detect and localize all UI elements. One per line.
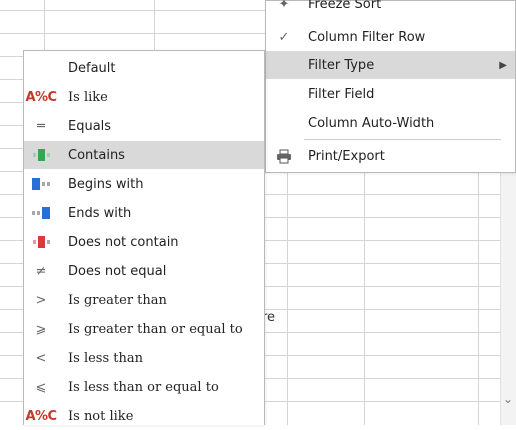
- greater-equal-icon: ⩾: [35, 321, 47, 337]
- filter-option-begins-with[interactable]: Begins with: [24, 170, 264, 198]
- filter-option-is-not-like[interactable]: A%C Is not like: [24, 402, 264, 430]
- less-equal-icon: ⩽: [35, 379, 47, 395]
- filter-option-does-not-equal[interactable]: ≠ Does not equal: [24, 257, 264, 285]
- ends-with-icon: [31, 203, 51, 223]
- greater-than-icon: >: [35, 292, 47, 308]
- contains-icon: [31, 145, 51, 165]
- equals-icon: ═: [37, 118, 45, 134]
- like-icon: A%C: [25, 89, 57, 105]
- checkmark-icon: ✓: [278, 29, 290, 45]
- filter-option-greater-than[interactable]: > Is greater than: [24, 286, 264, 314]
- column-context-menu: ✦ Freeze Sort ✓ Column Filter Row Filter…: [265, 0, 516, 173]
- filter-option-less-than[interactable]: < Is less than: [24, 344, 264, 372]
- printer-icon: [274, 146, 294, 166]
- filter-option-does-not-contain[interactable]: Does not contain: [24, 228, 264, 256]
- not-like-icon: A%C: [25, 408, 57, 424]
- scroll-down-arrow-icon[interactable]: ⌄: [503, 392, 513, 406]
- filter-type-submenu: Default A%C Is like ═ Equals Contains Be…: [23, 50, 265, 425]
- menu-item-column-filter-row[interactable]: ✓ Column Filter Row: [266, 23, 515, 51]
- filter-option-contains[interactable]: Contains: [24, 141, 264, 169]
- submenu-arrow-icon: ▶: [499, 59, 507, 71]
- does-not-contain-icon: [31, 232, 51, 252]
- less-than-icon: <: [35, 350, 47, 366]
- not-equal-icon: ≠: [35, 263, 47, 279]
- filter-option-is-like[interactable]: A%C Is like: [24, 83, 264, 111]
- menu-item-filter-type[interactable]: Filter Type ▶: [266, 51, 515, 79]
- menu-separator: [304, 139, 501, 140]
- pin-icon: ✦: [278, 0, 290, 12]
- menu-item-freeze-sort[interactable]: ✦ Freeze Sort: [266, 0, 515, 18]
- filter-option-default[interactable]: Default: [24, 54, 264, 82]
- menu-item-column-auto-width[interactable]: Column Auto-Width: [266, 109, 515, 137]
- filter-option-equals[interactable]: ═ Equals: [24, 112, 264, 140]
- filter-option-ends-with[interactable]: Ends with: [24, 199, 264, 227]
- filter-option-greater-than-or-equal[interactable]: ⩾ Is greater than or equal to: [24, 315, 264, 343]
- filter-option-less-than-or-equal[interactable]: ⩽ Is less than or equal to: [24, 373, 264, 401]
- begins-with-icon: [31, 174, 51, 194]
- menu-item-filter-field[interactable]: Filter Field: [266, 80, 515, 108]
- menu-item-print-export[interactable]: Print/Export: [266, 142, 515, 170]
